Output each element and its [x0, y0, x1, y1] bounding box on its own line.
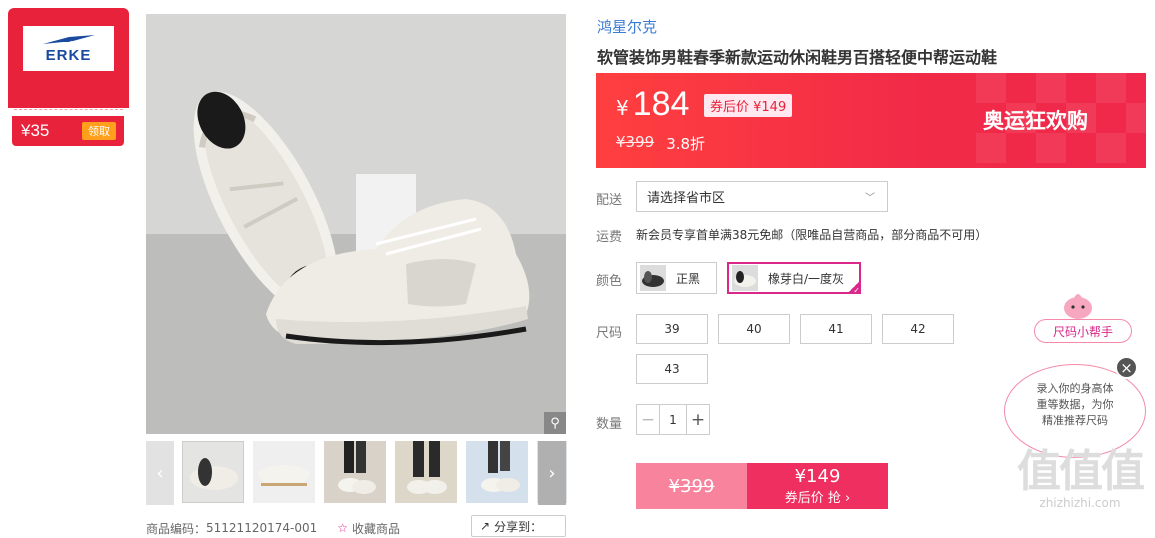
after-coupon-tag: 券后价 ¥149 [704, 94, 793, 117]
original-price: ¥399 [616, 133, 655, 151]
claim-coupon-button[interactable]: 领取 [82, 122, 116, 140]
region-select[interactable]: 请选择省市区 ﹀ [636, 181, 888, 212]
swoosh-icon [42, 35, 95, 44]
quantity-label: 数量 [596, 417, 623, 432]
original-price-row: ¥399 3.8折 [616, 133, 705, 154]
share-button[interactable]: ↗ 分享到： [471, 515, 566, 537]
share-icon: ↗ [480, 519, 491, 533]
currency-symbol: ¥ [616, 96, 629, 120]
sku-value: 51121120174-001 [206, 521, 318, 535]
coupon-amount: ¥35 [21, 121, 50, 140]
main-product-image: ⚲ [146, 14, 566, 434]
helper-line: 重等数据，为你 [1036, 398, 1114, 411]
product-meta-row: 商品编码： 51121120174-001 ☆ 收藏商品 ↗ 分享到： [146, 515, 566, 538]
erke-logo: ERKE [23, 26, 114, 71]
star-icon: ☆ [337, 521, 348, 535]
quantity-increase-button[interactable]: + [686, 404, 710, 435]
watermark-logo: 值值值 [1017, 446, 1145, 497]
helper-line: 精准推荐尺码 [1042, 414, 1108, 427]
color-thumb-black [640, 265, 666, 291]
close-icon[interactable]: × [1115, 356, 1138, 379]
size-option-41[interactable]: 41 [800, 314, 872, 344]
size-option-42[interactable]: 42 [882, 314, 954, 344]
size-option-43[interactable]: 43 [636, 354, 708, 384]
discount: 3.8折 [666, 135, 706, 153]
region-select-value: 请选择省市区 [647, 191, 726, 206]
watermark-url: zhizhizhi.com [1039, 496, 1121, 510]
freight-text: 新会员专享首单满38元免邮（限唯品自营商品，部分商品不可用） [636, 228, 988, 242]
favorite-link[interactable]: 收藏商品 [352, 520, 400, 537]
size-option-39[interactable]: 39 [636, 314, 708, 344]
logo-text: ERKE [45, 47, 92, 64]
color-name: 橡芽白/一度灰 [768, 271, 845, 286]
thumbnail-strip: ‹ › [146, 441, 567, 505]
sku-label: 商品编码： [146, 521, 207, 536]
promo-title: 奥运狂欢购 [983, 109, 1088, 133]
thumbnail-3[interactable] [324, 441, 386, 503]
thumbnail-2[interactable] [253, 441, 315, 503]
coupon-strip: ¥35 领取 [12, 116, 124, 146]
divider [14, 109, 123, 110]
quantity-stepper: − 1 + [636, 404, 710, 435]
buy-label: 券后价 抢 › [784, 490, 851, 506]
size-label: 尺码 [596, 326, 623, 341]
buy-price: ¥149 [794, 465, 841, 487]
current-price: 184 [632, 85, 690, 123]
color-option-white-grey[interactable]: 橡芽白/一度灰 ✓ [727, 262, 861, 295]
delivery-label: 配送 [596, 193, 623, 208]
buy-original-price-text: ¥399 [668, 475, 715, 497]
thumbnail-next-button[interactable]: › [538, 441, 566, 505]
product-title: 软管装饰男鞋春季新款运动休闲鞋男百搭轻便中帮运动鞋 [597, 48, 998, 67]
quantity-decrease-button[interactable]: − [636, 404, 660, 435]
mascot-icon [1064, 294, 1092, 319]
color-name: 正黑 [676, 271, 701, 286]
thumbnail-1[interactable] [182, 441, 244, 503]
size-option-40[interactable]: 40 [718, 314, 790, 344]
brand-coupon-card[interactable]: ERKE ¥35 领取 [8, 8, 129, 146]
watermark: 值值值 zhizhizhi.com [1010, 446, 1150, 511]
color-option-black[interactable]: 正黑 [636, 262, 717, 294]
color-label: 颜色 [596, 274, 623, 289]
magnifier-icon[interactable]: ⚲ [544, 412, 566, 434]
thumbnail-5[interactable] [466, 441, 528, 503]
thumbnail-4[interactable] [395, 441, 457, 503]
shoe-illustration [146, 14, 566, 434]
current-price-row: ¥ 184 [616, 85, 689, 124]
helper-line: 录入你的身高体 [1036, 382, 1114, 395]
freight-label: 运费 [596, 230, 623, 245]
quantity-input[interactable]: 1 [660, 404, 686, 435]
brand-link[interactable]: 鸿星尔克 [597, 16, 657, 37]
buy-now-button[interactable]: ¥149 券后价 抢 › [747, 463, 888, 509]
buy-button[interactable]: ¥399 ¥149 券后价 抢 › [636, 463, 888, 509]
brand-card-header: ERKE [8, 8, 129, 108]
selected-check-icon: ✓ [847, 280, 861, 295]
thumbnail-prev-button[interactable]: ‹ [146, 441, 174, 505]
size-helper-tag[interactable]: 尺码小帮手 [1034, 319, 1132, 343]
price-banner: ¥ 184 券后价 ¥149 ¥399 3.8折 奥运狂欢购 [596, 73, 1146, 168]
color-thumb-white-grey [732, 265, 758, 291]
buy-original-price: ¥399 [636, 463, 747, 509]
chevron-down-icon: ﹀ [865, 193, 875, 204]
